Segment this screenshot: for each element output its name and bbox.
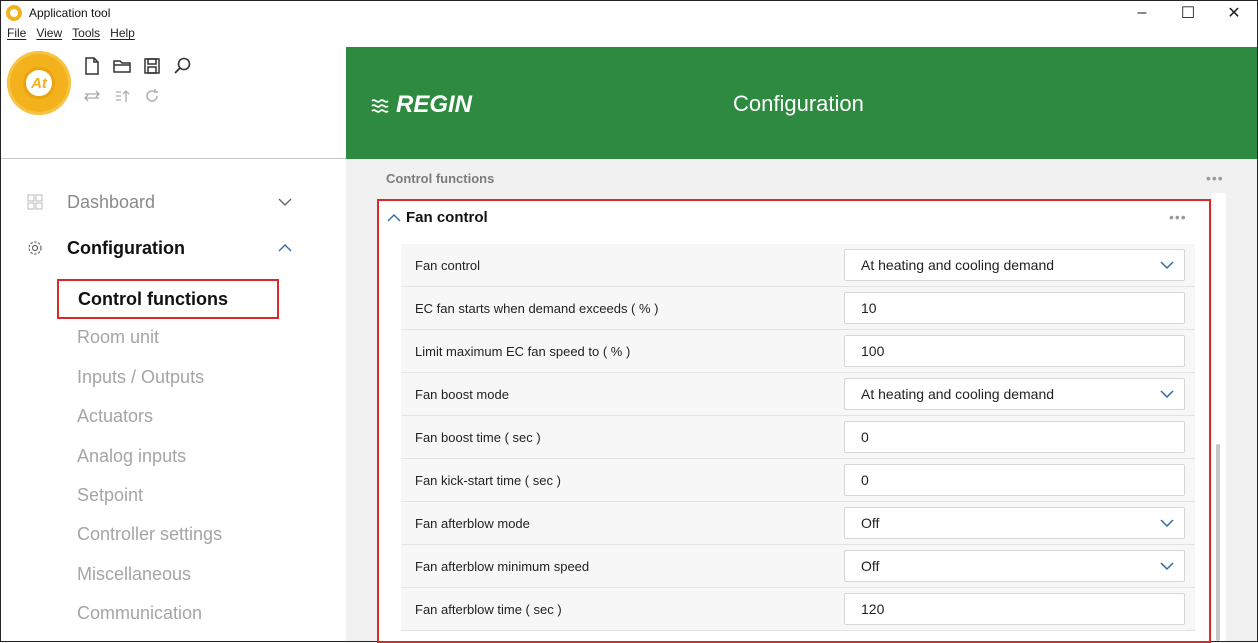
setting-label: Fan control [415,258,481,273]
chevron-up-icon [278,244,292,252]
app-logo: At [7,51,71,115]
application-window: Application tool – ☐ ✕ File View Tools H… [0,0,1258,643]
setting-label: Fan boost time ( sec ) [415,430,541,445]
menu-file[interactable]: File [7,26,26,40]
nav-configuration[interactable]: Configuration [1,231,346,265]
menu-bar: File View Tools Help [7,26,145,40]
setting-row: Fan boost time ( sec ) 0 [401,416,1195,459]
nav-item-setpoint[interactable]: Setpoint [77,485,143,506]
left-panel: File View Tools Help At Dashboard Config… [1,25,346,641]
toolbar-primary [81,55,193,77]
nav-item-analog-inputs[interactable]: Analog inputs [77,446,186,467]
open-folder-icon[interactable] [111,55,133,77]
fan-afterblow-mode-select[interactable]: Off [844,507,1185,539]
setting-row: Fan boost mode At heating and cooling de… [401,373,1195,416]
card-title: Fan control [406,209,488,226]
minimize-button[interactable]: – [1119,1,1165,25]
card-more-icon[interactable]: ••• [1169,209,1187,225]
chevron-down-icon [278,198,292,206]
card-header[interactable]: Fan control ••• [379,201,1209,237]
logo-text: At [23,67,55,99]
nav-item-control-functions[interactable]: Control functions [57,279,279,319]
panel-divider [1,158,346,159]
menu-help[interactable]: Help [110,26,135,40]
grid-icon [27,194,43,210]
setting-label: Fan afterblow minimum speed [415,559,590,574]
setting-row: Fan afterblow time ( sec ) 120 [401,588,1195,631]
select-value: At heating and cooling demand [861,386,1055,402]
select-value: At heating and cooling demand [861,257,1055,273]
brand-logo: REGIN [370,91,472,119]
menu-view[interactable]: View [36,26,62,40]
chevron-up-icon[interactable] [387,211,401,225]
setting-row: Fan kick-start time ( sec ) 0 [401,459,1195,502]
setting-row: Fan control At heating and cooling deman… [401,244,1195,287]
setting-label: Fan afterblow time ( sec ) [415,602,562,617]
save-icon[interactable] [141,55,163,77]
close-button[interactable]: ✕ [1211,1,1257,25]
setting-row: Fan afterblow minimum speed Off [401,545,1195,588]
transfer-icon[interactable] [81,85,103,107]
ec-fan-demand-input[interactable]: 10 [844,292,1185,324]
setting-row: EC fan starts when demand exceeds ( % ) … [401,287,1195,330]
section-title: Control functions [386,171,495,186]
select-value: Off [861,558,880,574]
chevron-down-icon [1160,562,1174,571]
nav-configuration-label: Configuration [67,237,185,258]
fan-control-card: Fan control ••• Fan control At heating a… [377,199,1211,643]
title-bar: Application tool – ☐ ✕ [1,1,1257,25]
window-title: Application tool [29,6,111,20]
setting-row: Limit maximum EC fan speed to ( % ) 100 [401,330,1195,373]
chevron-down-icon [1160,519,1174,528]
fan-afterblow-time-input[interactable]: 120 [844,593,1185,625]
nav-item-control-functions-label: Control functions [78,289,228,309]
fan-boost-mode-select[interactable]: At heating and cooling demand [844,378,1185,410]
maximize-button[interactable]: ☐ [1165,1,1211,25]
fan-boost-time-input[interactable]: 0 [844,421,1185,453]
app-icon [6,5,22,21]
page-title: Configuration [733,91,864,116]
chevron-down-icon [1160,390,1174,399]
nav-item-room-unit[interactable]: Room unit [77,327,159,348]
toolbar-secondary [81,85,163,107]
gear-icon [28,241,42,255]
chevron-down-icon [1160,261,1174,270]
setting-label: Limit maximum EC fan speed to ( % ) [415,344,631,359]
fan-kick-start-time-input[interactable]: 0 [844,464,1185,496]
menu-tools[interactable]: Tools [72,26,100,40]
nav-dashboard[interactable]: Dashboard [1,185,346,219]
select-value: Off [861,515,880,531]
brand-name: REGIN [396,91,473,118]
scrollbar-thumb[interactable] [1216,444,1220,641]
nav-item-actuators[interactable]: Actuators [77,406,153,427]
content-area: Control functions ••• Fan control ••• Fa… [346,159,1257,643]
nav-dashboard-label: Dashboard [67,191,156,212]
page-header: REGIN Configuration [346,47,1257,159]
refresh-icon[interactable] [141,85,163,107]
setting-row: Fan afterblow mode Off [401,502,1195,545]
max-ec-fan-speed-input[interactable]: 100 [844,335,1185,367]
upload-icon[interactable] [111,85,133,107]
setting-label: Fan kick-start time ( sec ) [415,473,561,488]
fan-control-select[interactable]: At heating and cooling demand [844,249,1185,281]
nav-item-communication[interactable]: Communication [77,603,202,624]
fan-afterblow-min-speed-select[interactable]: Off [844,550,1185,582]
nav-item-controller-settings[interactable]: Controller settings [77,524,222,545]
window-controls: – ☐ ✕ [1119,1,1257,25]
section-more-icon[interactable]: ••• [1206,170,1224,186]
search-icon[interactable] [171,55,193,77]
setting-label: Fan boost mode [415,387,509,402]
setting-label: Fan afterblow mode [415,516,530,531]
new-file-icon[interactable] [81,55,103,77]
setting-label: EC fan starts when demand exceeds ( % ) [415,301,659,316]
nav-item-inputs-outputs[interactable]: Inputs / Outputs [77,367,204,388]
nav-item-miscellaneous[interactable]: Miscellaneous [77,564,191,585]
brand-waves-icon [371,99,389,113]
